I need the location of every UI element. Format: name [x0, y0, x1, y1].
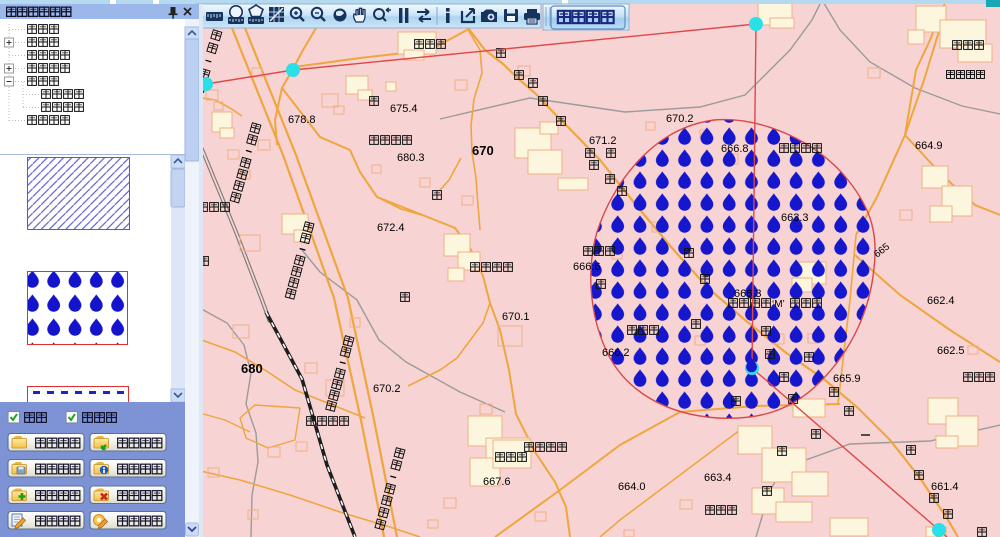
svg-text:666.8: 666.8 — [721, 143, 749, 155]
svg-text:‘M’: ‘M’ — [772, 299, 785, 310]
svg-text:678.8: 678.8 — [288, 114, 316, 126]
svg-text:665.9: 665.9 — [833, 373, 861, 385]
svg-text:670.2: 670.2 — [373, 383, 401, 395]
svg-text:661.4: 661.4 — [931, 481, 959, 493]
svg-text:680: 680 — [241, 361, 263, 376]
svg-text:670.1: 670.1 — [502, 311, 530, 323]
svg-text:663.3: 663.3 — [781, 212, 809, 224]
svg-text:670: 670 — [472, 143, 494, 158]
svg-text:664.0: 664.0 — [618, 481, 646, 493]
svg-text:666.2: 666.2 — [602, 347, 630, 359]
svg-text:664.9: 664.9 — [915, 140, 943, 152]
svg-text:662.4: 662.4 — [927, 295, 955, 307]
svg-text:672.4: 672.4 — [377, 222, 405, 234]
svg-text:666.6: 666.6 — [573, 261, 601, 273]
svg-text:663.4: 663.4 — [704, 472, 732, 484]
svg-text:680.3: 680.3 — [397, 152, 425, 164]
svg-text:670.2: 670.2 — [666, 113, 694, 125]
svg-text:671.2: 671.2 — [589, 135, 617, 147]
svg-text:662.5: 662.5 — [937, 345, 965, 357]
svg-text:667.6: 667.6 — [483, 476, 511, 488]
svg-text:675.4: 675.4 — [390, 103, 418, 115]
